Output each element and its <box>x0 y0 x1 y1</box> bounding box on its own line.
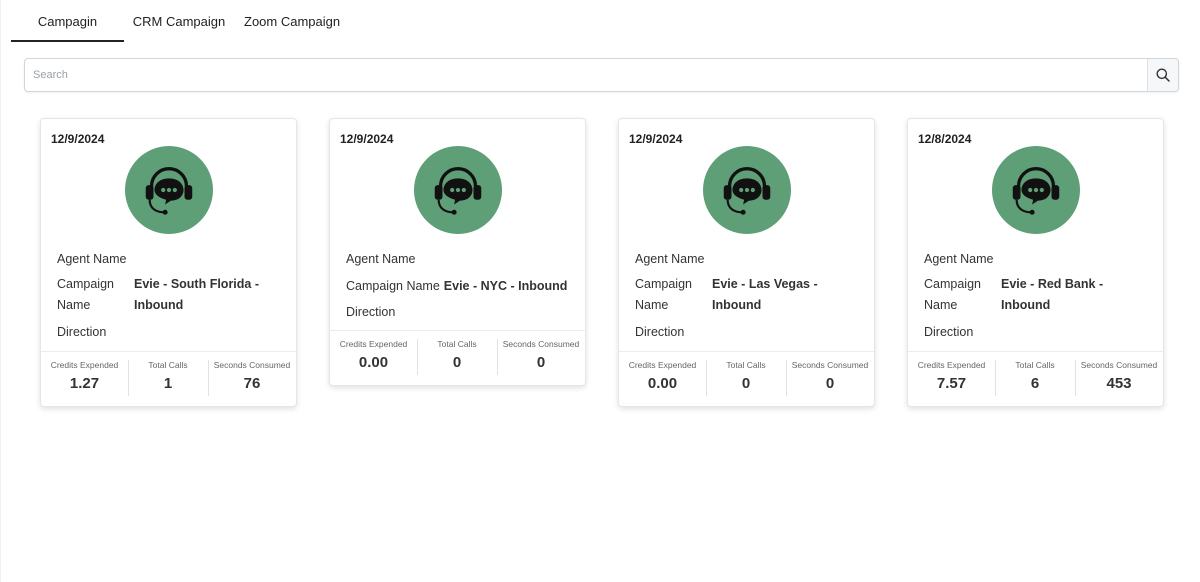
card-info: Agent Name Campaign Name Evie - Las Vega… <box>635 247 862 344</box>
seconds-consumed-stat: Seconds Consumed 76 <box>208 352 296 406</box>
agent-name-label: Agent Name <box>924 252 994 266</box>
avatar <box>703 146 791 234</box>
credits-expended-stat: Credits Expended 1.27 <box>50 360 119 392</box>
campaign-page: Campagin CRM Campaign Zoom Campaign 12/9… <box>0 0 1200 582</box>
avatar <box>414 146 502 234</box>
campaign-name-label: Campaign Name <box>635 277 692 312</box>
campaign-card[interactable]: 12/9/2024 Agent Name Campaign Name Evie … <box>329 118 586 386</box>
headset-chat-icon <box>145 167 193 215</box>
campaign-tabs: Campagin CRM Campaign Zoom Campaign <box>11 0 354 42</box>
total-calls-stat: Total Calls 0 <box>417 331 497 385</box>
campaign-name-label: Campaign Name <box>924 277 981 312</box>
agent-name-label: Agent Name <box>635 252 705 266</box>
card-stats: Credits Expended 7.57 Total Calls 6 Seco… <box>908 351 1163 406</box>
campaign-card[interactable]: 12/9/2024 Agent Name Campaign Name Evie … <box>618 118 875 407</box>
campaign-name-row: Campaign Name Evie - NYC - Inbound <box>346 274 573 298</box>
campaign-name-value: Evie - NYC - Inbound <box>443 279 568 293</box>
card-date: 12/9/2024 <box>51 132 105 146</box>
campaign-name-value: Evie - Red Bank - Inbound <box>1001 277 1104 312</box>
tab-campaign[interactable]: Campagin <box>11 0 124 42</box>
tab-zoom-campaign[interactable]: Zoom Campaign <box>234 0 354 42</box>
card-info: Agent Name Campaign Name Evie - Red Bank… <box>924 247 1151 344</box>
card-stats: Credits Expended 0.00 Total Calls 0 Seco… <box>330 330 585 385</box>
headset-chat-icon <box>434 167 482 215</box>
campaign-name-value: Evie - Las Vegas - Inbound <box>712 277 818 312</box>
headset-chat-icon <box>723 167 771 215</box>
search-button[interactable] <box>1147 59 1178 91</box>
card-info: Agent Name Campaign Name Evie - South Fl… <box>57 247 284 344</box>
seconds-consumed-stat: Seconds Consumed 453 <box>1075 352 1163 406</box>
campaign-name-row: Campaign Name Evie - Red Bank - Inbound <box>924 274 1151 316</box>
credits-expended-stat: Credits Expended 0.00 <box>628 360 697 392</box>
campaign-card[interactable]: 12/8/2024 Agent Name Campaign Name Evie … <box>907 118 1164 407</box>
campaign-name-label: Campaign Name <box>346 279 440 293</box>
direction-label: Direction <box>924 325 974 339</box>
card-stats: Credits Expended 1.27 Total Calls 1 Seco… <box>41 351 296 406</box>
total-calls-stat: Total Calls 1 <box>128 352 208 406</box>
card-date: 12/9/2024 <box>629 132 683 146</box>
card-stats: Credits Expended 0.00 Total Calls 0 Seco… <box>619 351 874 406</box>
campaign-name-row: Campaign Name Evie - South Florida - Inb… <box>57 274 284 316</box>
tab-crm-campaign[interactable]: CRM Campaign <box>124 0 234 42</box>
avatar <box>125 146 213 234</box>
agent-name-label: Agent Name <box>346 252 416 266</box>
campaign-name-row: Campaign Name Evie - Las Vegas - Inbound <box>635 274 862 316</box>
search-bar <box>24 58 1179 92</box>
search-input[interactable] <box>25 59 1147 91</box>
direction-label: Direction <box>346 305 396 319</box>
seconds-consumed-stat: Seconds Consumed 0 <box>497 331 585 385</box>
avatar <box>992 146 1080 234</box>
credits-expended-stat: Credits Expended 7.57 <box>917 360 986 392</box>
campaign-name-label: Campaign Name <box>57 277 114 312</box>
seconds-consumed-stat: Seconds Consumed 0 <box>786 352 874 406</box>
total-calls-stat: Total Calls 6 <box>995 352 1075 406</box>
card-info: Agent Name Campaign Name Evie - NYC - In… <box>346 247 573 324</box>
agent-name-label: Agent Name <box>57 252 127 266</box>
search-icon <box>1156 68 1170 82</box>
credits-expended-stat: Credits Expended 0.00 <box>339 339 408 371</box>
direction-label: Direction <box>57 325 107 339</box>
campaign-name-value: Evie - South Florida - Inbound <box>134 277 260 312</box>
card-date: 12/9/2024 <box>340 132 394 146</box>
headset-chat-icon <box>1012 167 1060 215</box>
card-date: 12/8/2024 <box>918 132 972 146</box>
direction-label: Direction <box>635 325 685 339</box>
campaign-card[interactable]: 12/9/2024 Agent Name Campaign Name Evie … <box>40 118 297 407</box>
total-calls-stat: Total Calls 0 <box>706 352 786 406</box>
